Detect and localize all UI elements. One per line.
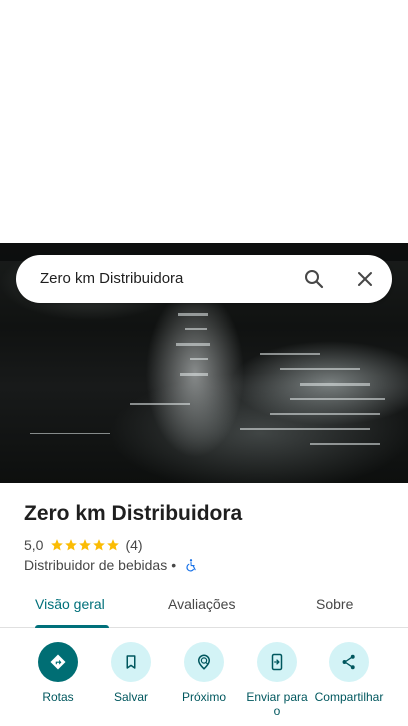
- tab-bar: Visão geral Avaliações Sobre: [0, 584, 408, 628]
- place-title: Zero km Distribuidora: [24, 502, 243, 525]
- save-button-circle[interactable]: [111, 642, 151, 682]
- review-count[interactable]: (4): [125, 537, 142, 553]
- search-icon[interactable]: [302, 267, 326, 291]
- share-icon: [342, 654, 355, 670]
- star-icon: [107, 539, 120, 551]
- star-icon: [51, 539, 64, 551]
- send-to-phone-icon: [271, 653, 283, 671]
- separator-dot: •: [171, 557, 177, 573]
- rating-value: 5,0: [24, 537, 44, 553]
- send-to-phone-button[interactable]: Enviar para o: [242, 642, 312, 718]
- map-area: [0, 0, 408, 243]
- nearby-icon: [197, 654, 211, 670]
- category-label: Distribuidor de bebidas: [24, 557, 168, 573]
- share-button-circle[interactable]: [329, 642, 369, 682]
- nearby-button-circle[interactable]: [184, 642, 224, 682]
- tab-avaliacoes[interactable]: Avaliações: [168, 596, 235, 612]
- tab-sobre[interactable]: Sobre: [316, 596, 353, 612]
- nearby-label: Próximo: [181, 690, 226, 704]
- active-tab-indicator: [35, 625, 109, 628]
- save-label: Salvar: [113, 690, 148, 704]
- share-button[interactable]: Compartilhar: [314, 642, 384, 704]
- search-input[interactable]: Zero km Distribuidora: [40, 270, 183, 287]
- directions-label: Rotas: [42, 690, 74, 704]
- directions-icon: [50, 654, 66, 670]
- star-icon: [65, 539, 78, 551]
- rating-stars: [50, 538, 120, 552]
- share-label: Compartilhar: [314, 690, 384, 704]
- search-bar[interactable]: Zero km Distribuidora: [16, 255, 392, 303]
- directions-button-circle[interactable]: [38, 642, 78, 682]
- save-button[interactable]: Salvar: [96, 642, 166, 704]
- star-icon: [93, 539, 106, 551]
- send-to-phone-label: Enviar para o: [246, 690, 308, 718]
- send-to-phone-button-circle[interactable]: [257, 642, 297, 682]
- category-row: Distribuidor de bebidas •: [24, 557, 198, 573]
- close-icon[interactable]: [353, 267, 377, 291]
- wheelchair-icon: [186, 559, 196, 572]
- nearby-button[interactable]: Próximo: [169, 642, 239, 704]
- bookmark-icon: [126, 655, 136, 669]
- directions-button[interactable]: Rotas: [23, 642, 93, 704]
- star-icon: [79, 539, 92, 551]
- tab-visao-geral[interactable]: Visão geral: [35, 596, 105, 612]
- rating-row[interactable]: 5,0 (4): [24, 537, 143, 553]
